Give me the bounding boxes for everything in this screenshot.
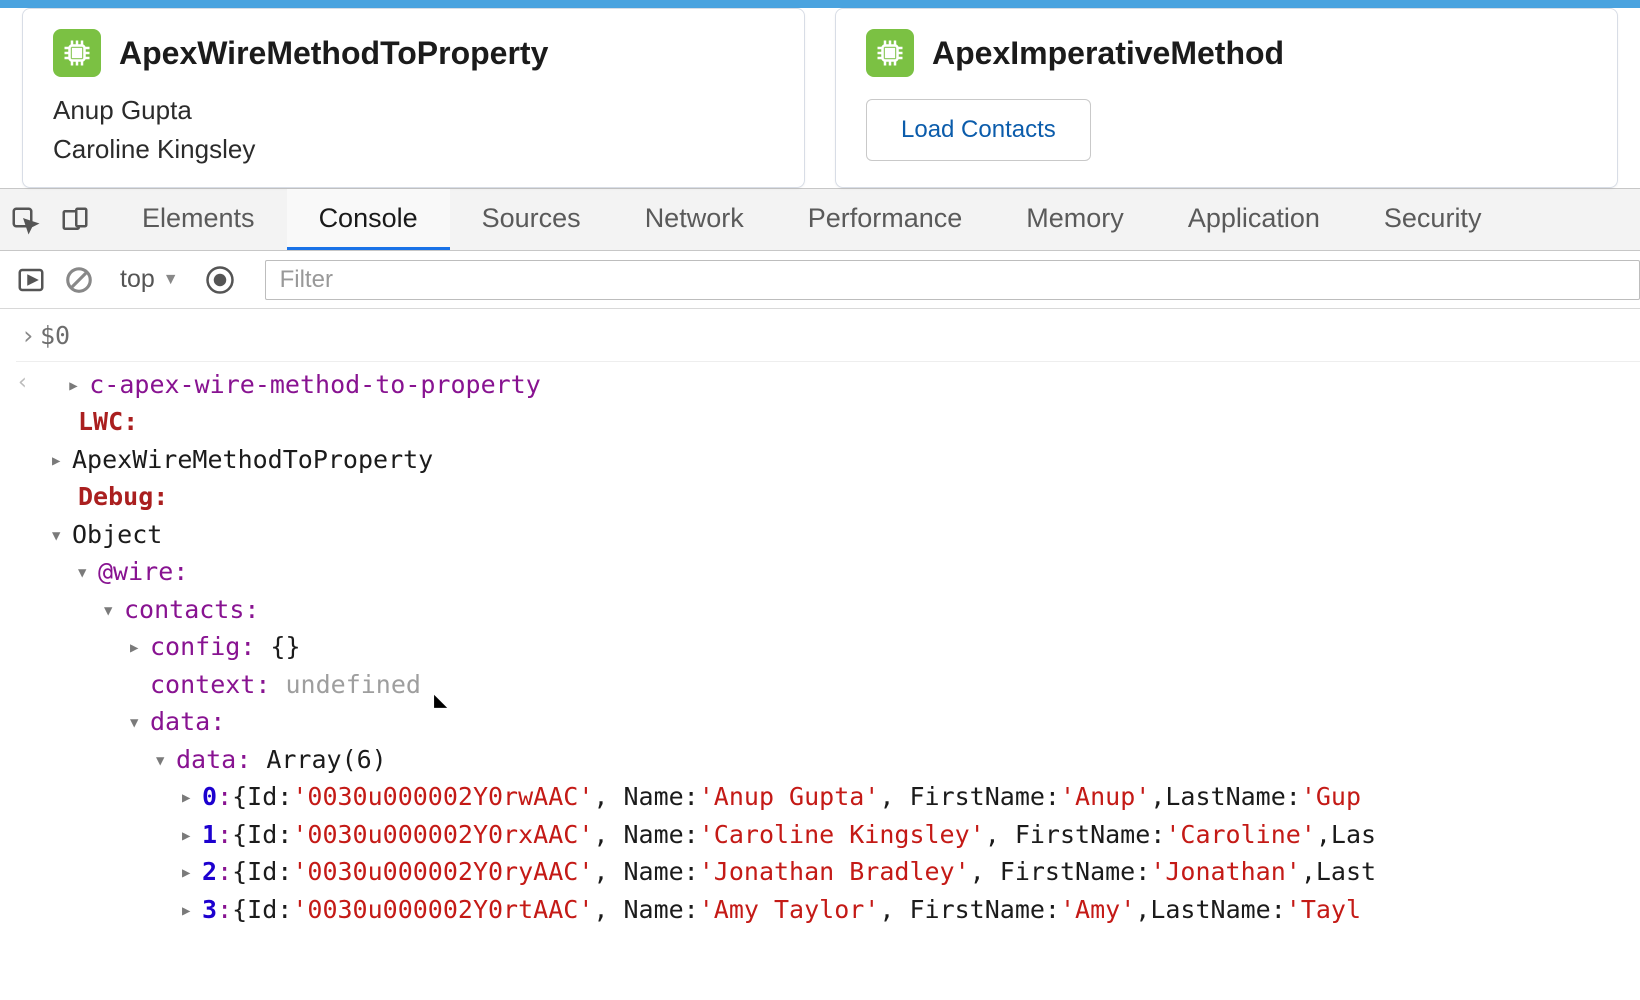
tab-elements[interactable]: Elements bbox=[110, 189, 287, 250]
tab-console[interactable]: Console bbox=[287, 189, 450, 250]
card-imperative-method: ApexImperativeMethod Load Contacts bbox=[835, 8, 1618, 188]
config-value: {} bbox=[270, 628, 300, 666]
expand-toggle[interactable] bbox=[182, 816, 202, 854]
console-output: › $0 ‹ c-apex-wire-method-to-property LW… bbox=[0, 309, 1640, 928]
filter-input[interactable]: Filter bbox=[265, 260, 1640, 300]
card-title: ApexImperativeMethod bbox=[932, 35, 1284, 72]
context-key: context: bbox=[150, 666, 270, 704]
expand-toggle[interactable] bbox=[52, 441, 72, 479]
expand-toggle[interactable] bbox=[156, 741, 176, 779]
card-title: ApexWireMethodToProperty bbox=[119, 35, 548, 72]
expand-toggle[interactable] bbox=[182, 778, 202, 816]
component-tag[interactable]: c-apex-wire-method-to-property bbox=[89, 366, 541, 404]
devtools-panel: Elements Console Sources Network Perform… bbox=[0, 188, 1640, 928]
back-arrow-icon: ‹ bbox=[16, 366, 33, 399]
live-expression-icon[interactable] bbox=[199, 249, 241, 311]
inner-data-key[interactable]: data: bbox=[176, 741, 251, 779]
tab-memory[interactable]: Memory bbox=[994, 189, 1156, 250]
data-key[interactable]: data: bbox=[150, 703, 225, 741]
tab-security[interactable]: Security bbox=[1352, 189, 1514, 250]
contact-item: Anup Gupta bbox=[53, 91, 774, 130]
tab-performance[interactable]: Performance bbox=[776, 189, 995, 250]
context-label: top bbox=[120, 265, 155, 294]
expand-toggle[interactable] bbox=[130, 628, 150, 666]
expand-toggle[interactable] bbox=[130, 703, 150, 741]
wire-key[interactable]: @wire: bbox=[98, 553, 188, 591]
expand-toggle[interactable] bbox=[69, 366, 89, 404]
expand-toggle[interactable] bbox=[52, 516, 72, 554]
tab-network[interactable]: Network bbox=[613, 189, 776, 250]
expand-toggle[interactable] bbox=[182, 891, 202, 929]
tab-sources[interactable]: Sources bbox=[450, 189, 613, 250]
expand-toggle[interactable] bbox=[182, 853, 202, 891]
devtools-tabs: Elements Console Sources Network Perform… bbox=[110, 189, 1513, 250]
inner-data-value: Array(6) bbox=[266, 741, 386, 779]
tab-application[interactable]: Application bbox=[1156, 189, 1352, 250]
array-item[interactable]: 3: {Id: '0030u000002Y0rtAAC', Name: 'Amy… bbox=[16, 891, 1640, 929]
config-key[interactable]: config: bbox=[150, 628, 255, 666]
app-cards-region: ApexWireMethodToProperty Anup Gupta Caro… bbox=[0, 0, 1640, 188]
expand-toggle[interactable] bbox=[78, 553, 98, 591]
load-contacts-button[interactable]: Load Contacts bbox=[866, 99, 1091, 161]
chip-icon bbox=[53, 29, 101, 77]
context-value: undefined bbox=[285, 666, 420, 704]
contact-item: Caroline Kingsley bbox=[53, 130, 774, 169]
lwc-label: LWC: bbox=[78, 403, 138, 441]
expand-chevron-icon[interactable]: › bbox=[16, 317, 40, 355]
pause-icon[interactable] bbox=[10, 249, 52, 311]
console-expression: $0 bbox=[40, 317, 70, 355]
card-wire-method: ApexWireMethodToProperty Anup Gupta Caro… bbox=[22, 8, 805, 188]
inspect-element-icon[interactable] bbox=[0, 189, 50, 251]
expand-toggle[interactable] bbox=[104, 591, 124, 629]
contacts-key[interactable]: contacts: bbox=[124, 591, 259, 629]
object-label[interactable]: Object bbox=[72, 516, 162, 554]
chevron-down-icon: ▼ bbox=[163, 271, 179, 289]
array-item[interactable]: 1: {Id: '0030u000002Y0rxAAC', Name: 'Car… bbox=[16, 816, 1640, 854]
array-item[interactable]: 0: {Id: '0030u000002Y0rwAAC', Name: 'Anu… bbox=[16, 778, 1640, 816]
clear-console-icon[interactable] bbox=[58, 249, 100, 311]
chip-icon bbox=[866, 29, 914, 77]
component-name[interactable]: ApexWireMethodToProperty bbox=[72, 441, 433, 479]
debug-label: Debug: bbox=[78, 478, 168, 516]
array-item[interactable]: 2: {Id: '0030u000002Y0ryAAC', Name: 'Jon… bbox=[16, 853, 1640, 891]
device-toggle-icon[interactable] bbox=[50, 189, 100, 251]
execution-context-dropdown[interactable]: top ▼ bbox=[106, 265, 193, 294]
cursor-icon: ◣ bbox=[434, 684, 447, 717]
